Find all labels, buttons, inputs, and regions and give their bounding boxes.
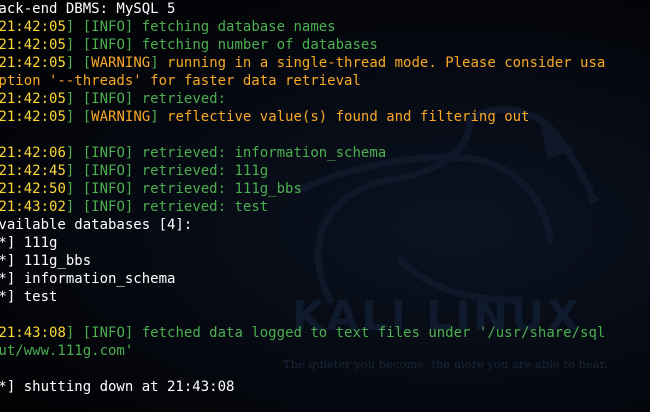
log-level: INFO xyxy=(91,181,125,197)
database-list-item: [*] 111g_bbs xyxy=(0,252,605,270)
output-line: 4 xyxy=(0,126,605,144)
log-line: [21:42:05] [INFO] fetching database name… xyxy=(0,19,336,35)
log-message: retrieved: 111g xyxy=(141,163,269,179)
line-text: [*] 111g xyxy=(0,235,58,251)
log-level: INFO xyxy=(91,325,125,341)
log-level: INFO xyxy=(91,199,125,215)
log-timestamp: 21:42:05 xyxy=(0,91,66,107)
log-level: INFO xyxy=(91,19,125,35)
line-text: [*] 111g_bbs xyxy=(0,253,92,269)
log-message: retrieved: test xyxy=(141,199,269,215)
output-line: back-end DBMS: MySQL 5 xyxy=(0,0,605,18)
log-message: reflective value(s) found and filtering … xyxy=(167,109,530,125)
terminal-window[interactable]: KALI LINUX The quieter you become, the m… xyxy=(0,0,650,412)
log-message: fetching number of databases xyxy=(141,37,378,53)
log-timestamp: 21:43:08 xyxy=(0,325,66,341)
log-line: [21:42:05] [INFO] fetching number of dat… xyxy=(0,37,378,53)
output-line: [*] shutting down at 21:43:08 xyxy=(0,378,605,396)
log-line: [21:43:02] [INFO] retrieved: test xyxy=(0,199,269,215)
line-text: available databases [4]: xyxy=(0,217,193,233)
log-timestamp: 21:42:06 xyxy=(0,145,66,161)
output-line: available databases [4]: xyxy=(0,216,605,234)
log-level: INFO xyxy=(91,163,125,179)
line-text: [*] shutting down at 21:43:08 xyxy=(0,379,235,395)
log-message: running in a single-thread mode. Please … xyxy=(167,55,606,71)
log-level: WARNING xyxy=(91,55,151,71)
log-timestamp: 21:42:05 xyxy=(0,37,66,53)
line-text: out/www.111g.com' xyxy=(0,343,134,359)
log-timestamp: 21:42:05 xyxy=(0,109,66,125)
log-line: [21:42:05] [WARNING] running in a single… xyxy=(0,55,606,71)
log-level: INFO xyxy=(91,145,125,161)
line-text: [*] information_schema xyxy=(0,271,176,287)
log-message: retrieved: xyxy=(141,91,227,107)
log-line: [21:42:05] [WARNING] reflective value(s)… xyxy=(0,109,530,125)
log-level: WARNING xyxy=(91,109,151,125)
database-list-item: [*] test xyxy=(0,288,605,306)
log-level: INFO xyxy=(91,37,125,53)
line-text: [*] test xyxy=(0,289,58,305)
log-timestamp: 21:42:50 xyxy=(0,181,66,197)
log-line: [21:43:08] [INFO] fetched data logged to… xyxy=(0,325,606,341)
log-message: fetching database names xyxy=(141,19,336,35)
log-message: fetched data logged to text files under … xyxy=(141,325,606,341)
log-message: retrieved: 111g_bbs xyxy=(141,181,302,197)
log-timestamp: 21:42:45 xyxy=(0,163,66,179)
log-line: [21:42:50] [INFO] retrieved: 111g_bbs xyxy=(0,181,302,197)
log-line: [21:42:45] [INFO] retrieved: 111g xyxy=(0,163,269,179)
terminal-output: back-end DBMS: MySQL 5 [21:42:05] [INFO]… xyxy=(0,0,605,396)
line-text: back-end DBMS: MySQL 5 xyxy=(0,1,176,17)
log-timestamp: 21:42:05 xyxy=(0,55,66,71)
log-line: [21:42:06] [INFO] retrieved: information… xyxy=(0,145,387,161)
log-line: [21:42:05] [INFO] retrieved: xyxy=(0,91,227,107)
line-text: option '--threads' for faster data retri… xyxy=(0,73,361,89)
database-list-item: [*] information_schema xyxy=(0,270,605,288)
log-timestamp: 21:43:02 xyxy=(0,199,66,215)
log-message: retrieved: information_schema xyxy=(141,145,387,161)
output-line: option '--threads' for faster data retri… xyxy=(0,72,605,90)
log-level: INFO xyxy=(91,91,125,107)
log-timestamp: 21:42:05 xyxy=(0,19,66,35)
database-list-item: [*] 111g xyxy=(0,234,605,252)
output-line: out/www.111g.com' xyxy=(0,342,605,360)
